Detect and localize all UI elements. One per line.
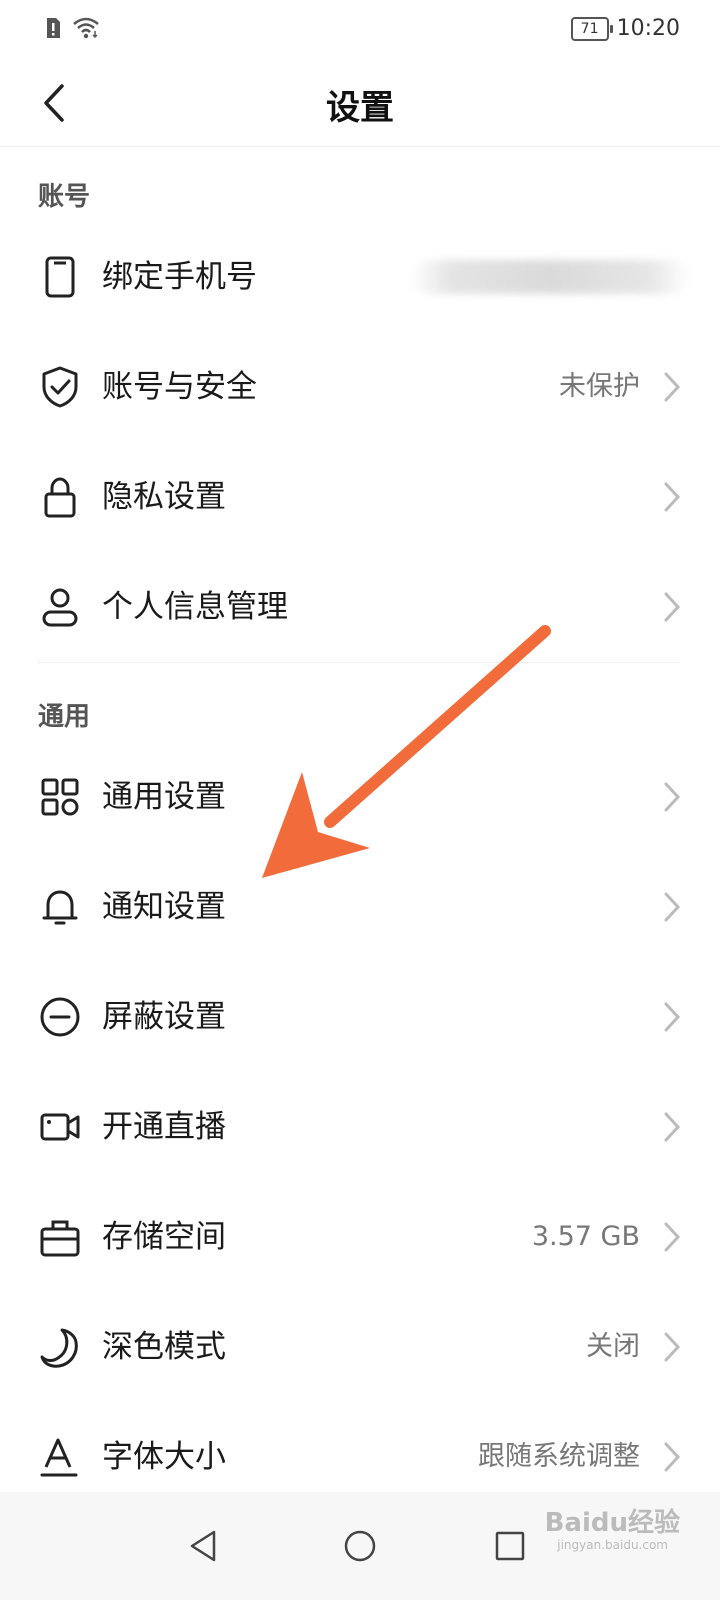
phone-number-blurred [410, 260, 690, 294]
bell-icon [42, 890, 78, 925]
video-camera-icon [40, 1113, 80, 1141]
settings-row-personal-info[interactable]: 个人信息管理 [0, 552, 720, 662]
settings-row-storage[interactable]: 存储空间 3.57 GB [0, 1182, 720, 1292]
system-nav-bar: Baidu经验 jingyan.baidu.com [0, 1492, 720, 1600]
page-title: 设置 [326, 88, 394, 128]
settings-row-account-security[interactable]: 账号与安全 未保护 [0, 332, 720, 442]
status-left [44, 16, 100, 40]
row-label: 开通直播 [102, 1109, 226, 1145]
wifi-icon [73, 17, 99, 39]
row-value: 关闭 [586, 1331, 640, 1362]
row-label: 绑定手机号 [102, 259, 257, 295]
row-value: 未保护 [559, 371, 640, 402]
chevron-right-icon [664, 372, 681, 402]
chevron-right-icon [664, 482, 681, 512]
person-icon [42, 588, 78, 627]
settings-row-bind-phone[interactable]: 绑定手机号 [0, 222, 720, 332]
row-label: 账号与安全 [102, 369, 257, 405]
section-label-general: 通用 [38, 702, 91, 732]
row-value: 跟随系统调整 [478, 1441, 640, 1472]
row-label: 存储空间 [102, 1219, 226, 1255]
chevron-right-icon [664, 1002, 681, 1032]
nav-back-icon[interactable] [182, 1524, 226, 1568]
section-divider [38, 662, 680, 663]
block-icon [40, 997, 80, 1037]
grid-icon [41, 778, 79, 816]
row-label: 深色模式 [102, 1329, 226, 1365]
storage-icon [40, 1220, 80, 1257]
nav-home-icon[interactable] [338, 1524, 382, 1568]
clock: 10:20 [616, 16, 680, 41]
moon-icon [40, 1328, 78, 1368]
row-label: 字体大小 [102, 1439, 226, 1475]
chevron-right-icon [664, 1332, 681, 1362]
settings-row-general[interactable]: 通用设置 [0, 742, 720, 852]
settings-row-live[interactable]: 开通直播 [0, 1072, 720, 1182]
phone-icon [45, 256, 75, 298]
status-right: 71 10:20 [570, 16, 680, 41]
nav-recents-icon[interactable] [488, 1524, 532, 1568]
chevron-right-icon [664, 1112, 681, 1142]
chevron-right-icon [664, 1442, 681, 1472]
chevron-right-icon [664, 892, 681, 922]
chevron-right-icon [664, 592, 681, 622]
row-label: 通用设置 [102, 779, 226, 815]
shield-check-icon [42, 366, 78, 408]
settings-row-notifications[interactable]: 通知设置 [0, 852, 720, 962]
row-label: 隐私设置 [102, 479, 226, 515]
row-value: 3.57 GB [531, 1221, 640, 1252]
watermark-sub: jingyan.baidu.com [557, 1538, 668, 1552]
row-label: 通知设置 [102, 889, 226, 925]
page-header: 设置 [0, 60, 720, 147]
watermark: Baidu经验 [544, 1508, 680, 1538]
chevron-right-icon [664, 1222, 681, 1252]
section-label-account: 账号 [38, 182, 91, 212]
row-label: 个人信息管理 [102, 589, 288, 625]
settings-row-block[interactable]: 屏蔽设置 [0, 962, 720, 1072]
settings-row-dark-mode[interactable]: 深色模式 关闭 [0, 1292, 720, 1402]
status-bar: 71 10:20 [0, 0, 720, 60]
settings-row-privacy[interactable]: 隐私设置 [0, 442, 720, 552]
battery-icon: 71 [570, 16, 613, 41]
battery-level: 71 [580, 20, 599, 37]
chevron-right-icon [664, 782, 681, 812]
lock-icon [44, 477, 76, 518]
row-label: 屏蔽设置 [102, 999, 226, 1035]
font-size-icon [40, 1438, 78, 1477]
sim-alert-icon [47, 18, 60, 38]
